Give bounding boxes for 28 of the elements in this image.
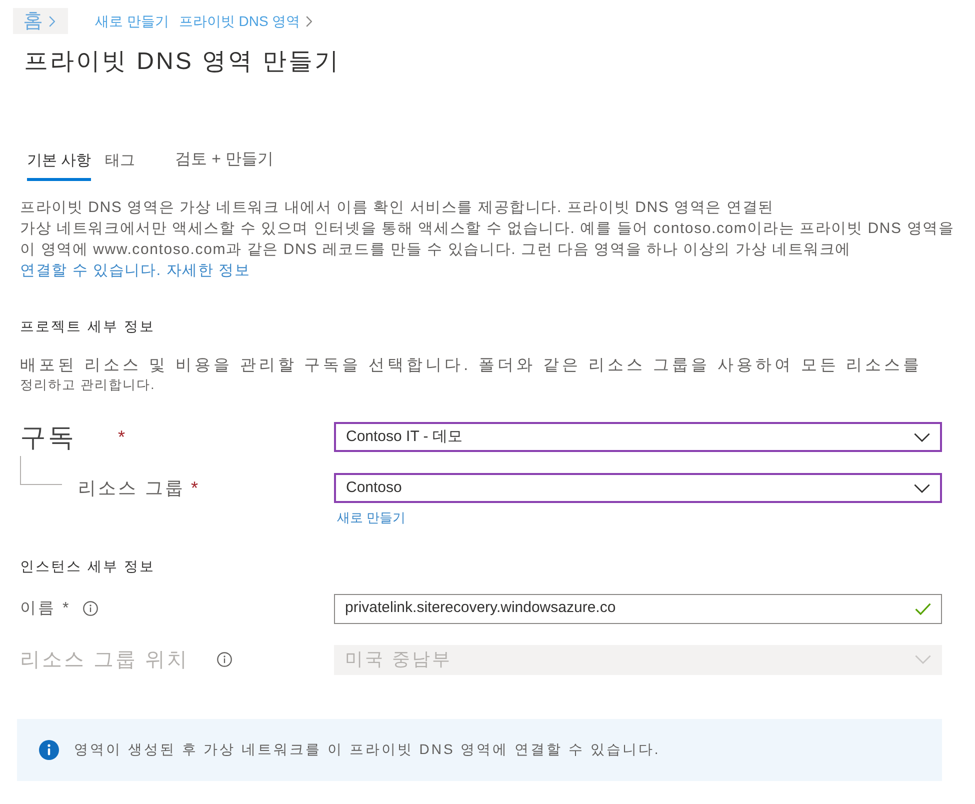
dropdown[interactable]: Contoso	[334, 473, 942, 503]
create-new-link[interactable]: 새로 만들기	[337, 508, 406, 528]
intro-text: 프라이빗 DNS 영역은 가상 네트워크 내에서 이름 확인 서비스를 제공합니다. 프라이빗 DNS 영역은 연결된 가상 네트워크에서만 액세스할 수 있으며 인터넷을 통해 액세스할 수 없습니다. 예를 들어 contoso.com이라는 프라이빗 DNS 영역을 이 영역에 www.contoso.com과 같은 DNS 레코드를 만들 수 있습니다. 그런 다음 영역을 하나 이상의 가상 네트워크에 연결할 수 있습니다. 자세한 정보	[20, 198, 954, 281]
page-title: 프라이빗 DNS 영역 만들기	[24, 47, 341, 77]
text-input[interactable]: privatelink.siterecovery.windowsazure.co	[334, 594, 942, 624]
field-label: 리소스 그룹 위치	[20, 648, 190, 672]
dropdown[interactable]: Contoso IT - 데모	[334, 422, 942, 452]
chevron-right-icon	[49, 16, 55, 26]
field-label: 이름 *	[20, 598, 71, 618]
tab[interactable]: 검토 + 만들기	[175, 148, 274, 181]
notice-text: 영역이 생성된 후 가상 네트워크를 이 프라이빗 DNS 영역에 연결할 수 있습니다.	[74, 740, 660, 759]
chevron-down-icon	[914, 432, 930, 442]
info-icon[interactable]	[82, 601, 98, 616]
section-description: 배포된 리소스 및 비용을 관리할 구독을 선택합니다. 폴더와 같은 리소스 그룹을 사용하여 모든 리소스를 정리하고 관리합니다.	[20, 356, 922, 393]
tab[interactable]: 태그	[105, 150, 136, 181]
required-mark: *	[191, 476, 198, 500]
tab[interactable]: 기본 사항	[27, 150, 92, 181]
chevron-down-icon	[914, 484, 930, 492]
chevron-right-icon	[306, 16, 312, 26]
chevron-down-icon	[915, 655, 931, 664]
section-heading: 인스턴스 세부 정보	[20, 556, 155, 576]
info-icon	[39, 740, 59, 760]
tree-connector	[20, 456, 62, 485]
section-heading: 프로젝트 세부 정보	[20, 317, 155, 336]
learn-more-link[interactable]: 연결할 수 있습니다. 자세한 정보	[20, 260, 954, 281]
required-mark: *	[118, 426, 126, 448]
field-label: 구독	[20, 424, 76, 450]
field-label: 리소스 그룹	[78, 476, 186, 500]
